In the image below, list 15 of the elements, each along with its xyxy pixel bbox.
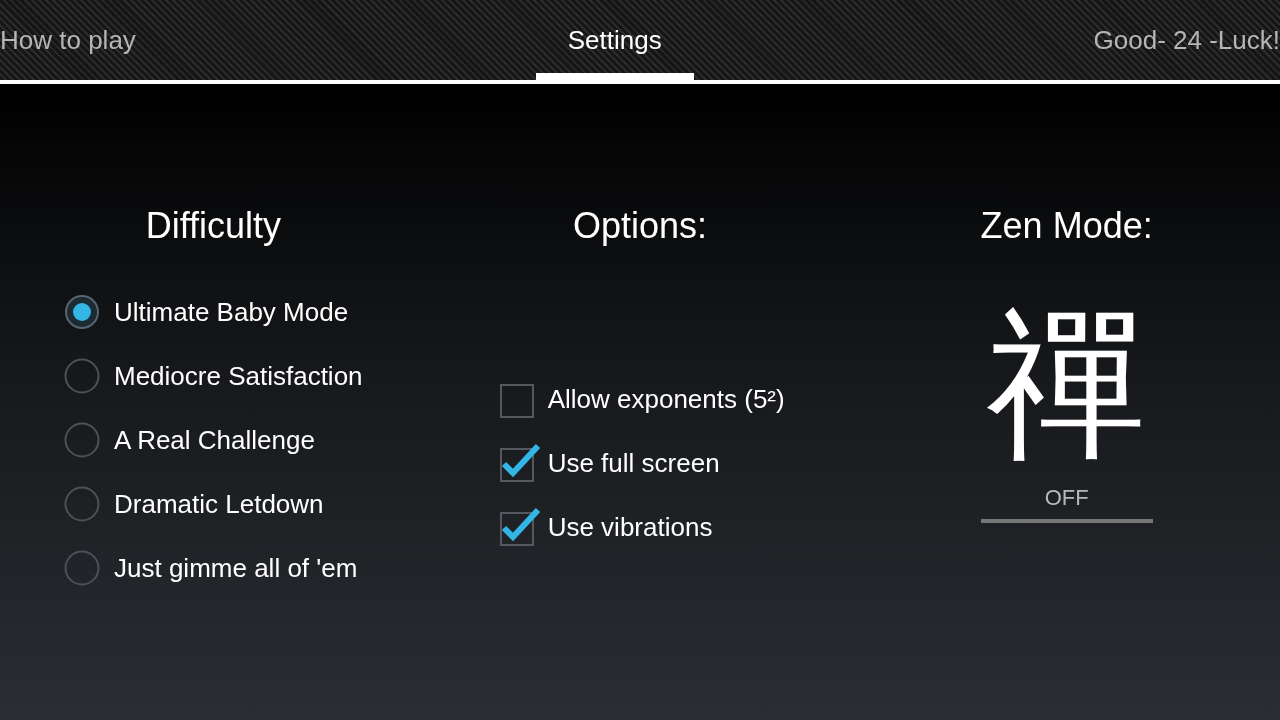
checkbox-option[interactable]: Use full screen (499, 431, 720, 495)
radio-option[interactable]: A Real Challenge (64, 408, 315, 472)
section-heading: Options: (572, 204, 708, 248)
radio-option[interactable]: Ultimate Baby Mode (64, 280, 349, 344)
radio-option[interactable]: Just gimme all of 'em (64, 536, 358, 600)
tab[interactable]: How to play (0, 0, 168, 80)
section-heading: Difficulty (145, 204, 281, 248)
toggle-button[interactable]: OFF (980, 483, 1153, 523)
section-heading: Zen Mode: (980, 204, 1153, 248)
radio-option[interactable]: Dramatic Letdown (64, 472, 324, 536)
radio-option[interactable]: Mediocre Satisfaction (64, 344, 363, 408)
checkbox-option[interactable]: Use vibrations (499, 495, 713, 559)
checkbox-option[interactable]: Allow exponents (5²) (499, 367, 785, 431)
tab[interactable]: Good- 24 -Luck! (1061, 0, 1280, 80)
zen-symbol: 禪 (986, 305, 1147, 465)
